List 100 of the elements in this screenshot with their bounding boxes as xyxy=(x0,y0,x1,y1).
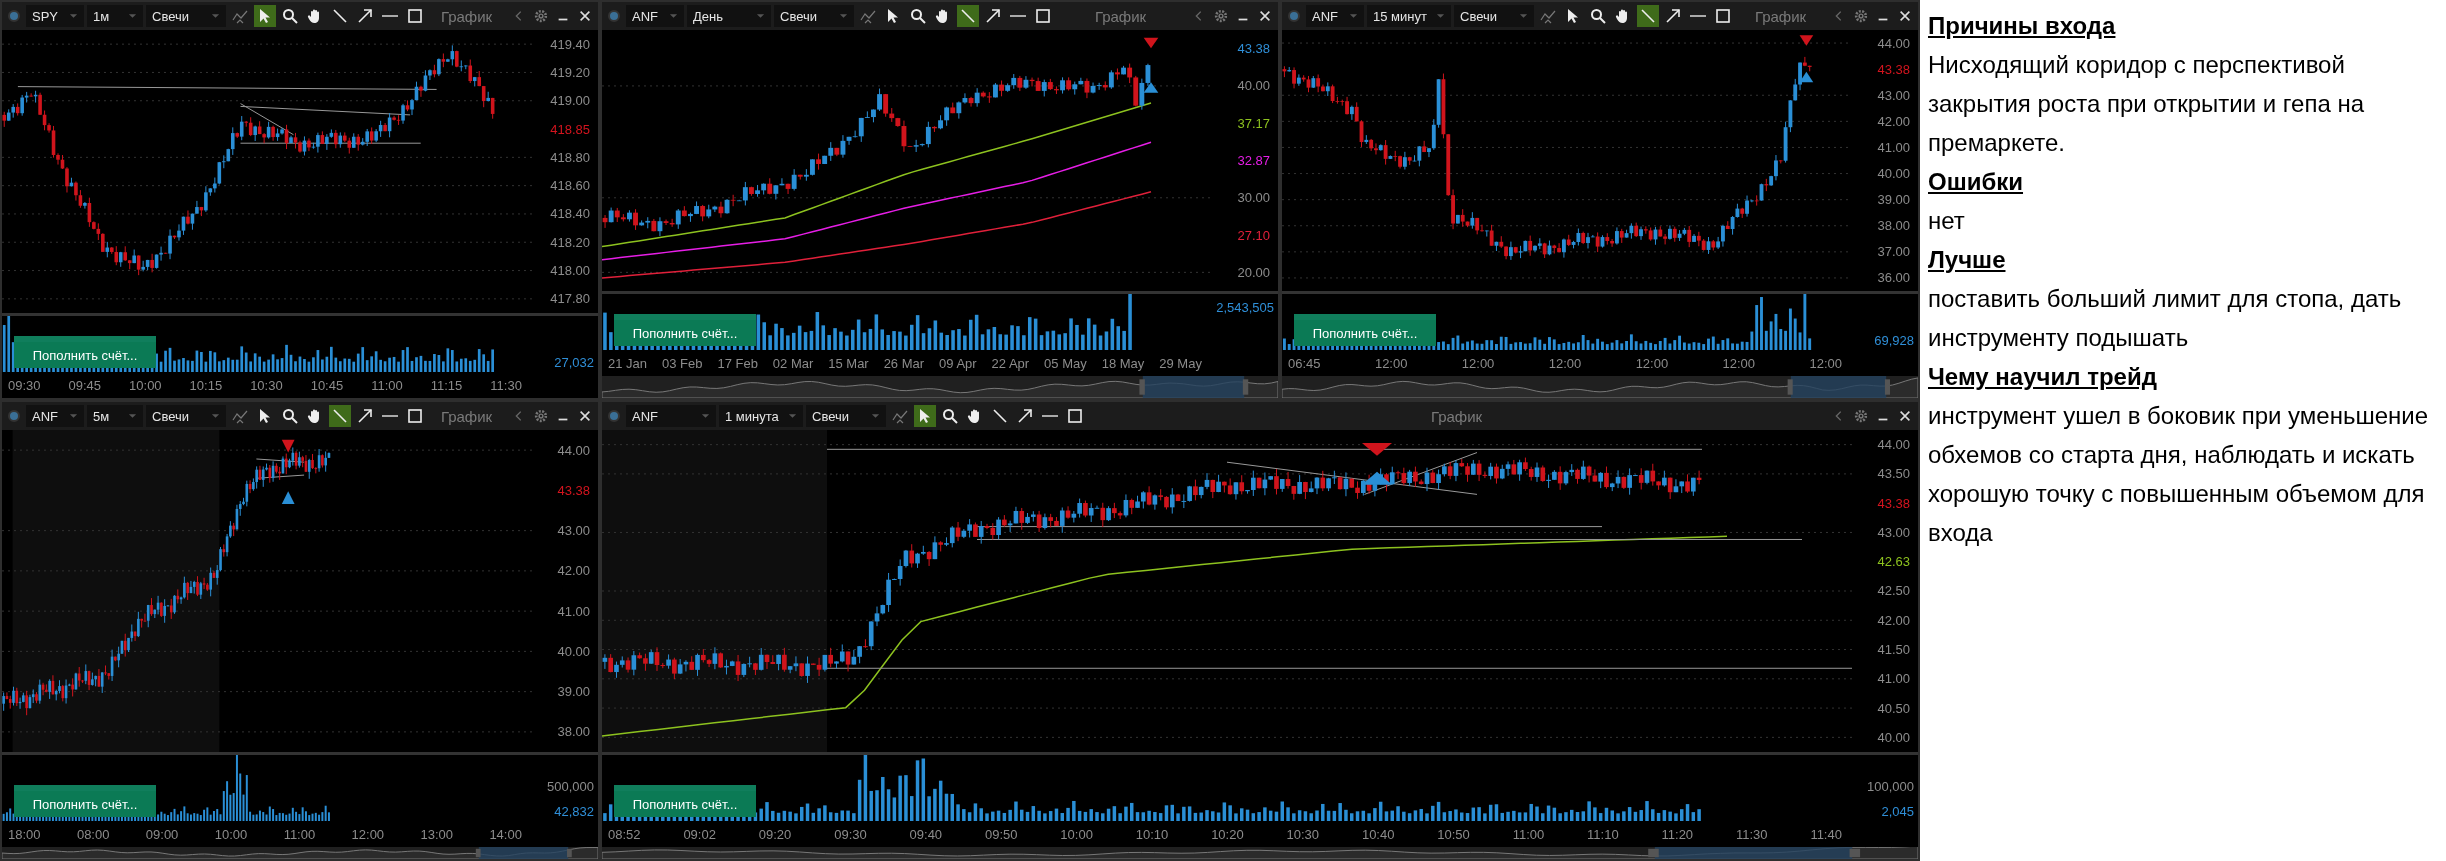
time-axis-label: 10:30 xyxy=(250,377,283,393)
note-text: Нисходящий коридор с перспективой закрытия роста при открытии и гепа на премаркете. xyxy=(1928,50,2365,158)
time-axis-label: 05 May xyxy=(1044,355,1087,371)
price-axis-label: 43.50 xyxy=(1876,465,1911,484)
chart-type-dropdown[interactable]: Свечи xyxy=(1454,5,1534,27)
time-axis-label: 10:45 xyxy=(310,377,344,393)
chart-type-dropdown[interactable]: Свечи xyxy=(146,405,226,427)
price-axis-label: 418.40 xyxy=(549,205,591,224)
timeframe-dropdown[interactable]: 5м xyxy=(87,405,143,427)
symbol-dropdown[interactable]: ANF xyxy=(626,5,684,27)
last-price-label: 43.38 xyxy=(1236,40,1271,59)
time-axis-label: 11:20 xyxy=(1661,826,1694,842)
symbol-dropdown[interactable]: ANF xyxy=(626,405,716,427)
price-axis-label: 418.60 xyxy=(549,177,591,196)
chart-title: График xyxy=(439,7,494,25)
time-axis-label: 09:50 xyxy=(984,826,1018,842)
section-heading: Чему научил трейд xyxy=(1928,362,2158,392)
section-heading: Ошибки xyxy=(1928,167,2024,197)
price-axis-label: 43.00 xyxy=(556,522,591,541)
section-heading: Причины входа xyxy=(1928,11,2117,41)
time-axis-label: 22 Apr xyxy=(991,355,1030,371)
volume-axis-label: 500,000 xyxy=(546,779,595,794)
time-axis-label: 18:00 xyxy=(8,826,41,842)
price-axis-label: 44.00 xyxy=(1876,34,1911,53)
time-axis-label: 29 May xyxy=(1159,355,1202,371)
time-axis-label: 12:00 xyxy=(1635,355,1669,371)
time-axis-label: 11:30 xyxy=(490,377,522,393)
time-axis-label: 06:45 xyxy=(1288,355,1321,371)
timeframe-dropdown[interactable]: 1 минута xyxy=(719,405,803,427)
deposit-button[interactable]: Пополнить счёт... xyxy=(614,785,756,817)
last-price-label: 418.85 xyxy=(549,120,591,139)
last-price-label: 43.38 xyxy=(1876,494,1911,513)
price-axis-label: 418.00 xyxy=(549,262,591,280)
chart-type-dropdown[interactable]: Свечи xyxy=(806,405,886,427)
price-axis-label: 40.00 xyxy=(1236,77,1271,96)
time-axis-label: 12:00 xyxy=(1809,355,1842,371)
deposit-button[interactable]: Пополнить счёт... xyxy=(14,785,156,817)
time-axis-label: 10:00 xyxy=(129,377,162,393)
price-axis-label: 44.00 xyxy=(556,441,591,460)
last-price-label: 43.38 xyxy=(556,481,591,500)
time-axis-label: 09:02 xyxy=(683,826,716,842)
price-axis-label: 44.00 xyxy=(1876,436,1911,455)
note-text: инструмент ушел в боковик при уменьшение обхемов со старта дня, наблюдать и искать хорошую точку с повышенным объемом для входа xyxy=(1928,401,2429,548)
price-axis-label: 37.00 xyxy=(1876,243,1911,262)
price-axis-label: 40.00 xyxy=(1876,165,1911,183)
price-axis-label: 30.00 xyxy=(1236,189,1271,208)
time-axis-label: 11:00 xyxy=(283,826,316,842)
price-axis-label: 419.20 xyxy=(549,63,591,82)
last-volume-label: 2,543,505 xyxy=(1215,300,1275,315)
time-axis-label: 12:00 xyxy=(1722,355,1756,371)
symbol-dropdown[interactable]: SPY xyxy=(26,5,84,27)
time-axis-label: 11:00 xyxy=(1512,826,1545,842)
price-axis-label: 38.00 xyxy=(556,723,591,742)
time-axis-label: 10:50 xyxy=(1437,826,1470,842)
chart-type-dropdown[interactable]: Свечи xyxy=(146,5,226,27)
price-axis-label: 41.50 xyxy=(1876,641,1911,659)
price-axis-label: 43.00 xyxy=(1876,523,1911,542)
time-axis-label: 03 Feb xyxy=(662,355,703,371)
section-heading: Лучше xyxy=(1928,245,2007,275)
time-axis-label: 10:30 xyxy=(1286,826,1320,842)
time-axis-label: 12:00 xyxy=(1374,355,1408,371)
last-volume-label: 2,045 xyxy=(1880,804,1915,819)
time-axis-label: 11:30 xyxy=(1735,826,1768,842)
last-volume-label: 42,832 xyxy=(553,804,595,819)
chart-type-dropdown[interactable]: Свечи xyxy=(774,5,854,27)
moving-average-label: 32.87 xyxy=(1236,152,1271,170)
moving-average-label: 42.63 xyxy=(1876,553,1911,572)
timeframe-dropdown[interactable]: День xyxy=(687,5,771,27)
price-axis-label: 42.00 xyxy=(556,562,591,581)
time-axis-label: 15 Mar xyxy=(828,355,869,371)
time-axis-label: 12:00 xyxy=(1461,355,1495,371)
time-axis-label: 10:20 xyxy=(1211,826,1244,842)
price-axis-label: 43.00 xyxy=(1876,86,1911,105)
symbol-dropdown[interactable]: ANF xyxy=(1306,5,1364,27)
time-axis-label: 17 Feb xyxy=(717,355,758,371)
timeframe-dropdown[interactable]: 15 минут xyxy=(1367,5,1451,27)
deposit-button[interactable]: Пополнить счёт... xyxy=(14,336,156,368)
time-axis-label: 11:10 xyxy=(1587,826,1619,842)
time-axis-label: 12:00 xyxy=(1548,355,1582,371)
timeframe-dropdown[interactable]: 1м xyxy=(87,5,143,27)
price-axis-label: 42.00 xyxy=(1876,112,1911,131)
price-axis-label: 41.00 xyxy=(1876,138,1911,157)
time-axis-label: 09 Apr xyxy=(939,355,977,371)
time-axis-label: 11:00 xyxy=(371,377,403,393)
price-axis-label: 418.80 xyxy=(549,148,591,167)
price-axis-label: 39.00 xyxy=(556,683,591,702)
time-axis-label: 11:15 xyxy=(430,377,463,393)
time-axis-label: 10:00 xyxy=(1060,826,1093,842)
time-axis-label: 18 May xyxy=(1101,355,1145,371)
last-volume-label: 69,928 xyxy=(1873,333,1915,348)
last-volume-label: 27,032 xyxy=(553,355,595,370)
note-text: поставить больший лимит для стопа, дать инструменту подышать xyxy=(1928,284,2403,353)
price-axis-label: 39.00 xyxy=(1876,191,1911,210)
price-axis-label: 38.00 xyxy=(1876,217,1911,236)
symbol-dropdown[interactable]: ANF xyxy=(26,405,84,427)
price-axis-label: 40.00 xyxy=(556,642,591,661)
price-axis-label: 40.00 xyxy=(1876,728,1911,747)
time-axis-label: 08:52 xyxy=(608,826,641,842)
time-axis-label: 21 Jan xyxy=(608,355,648,371)
price-axis-label: 42.00 xyxy=(1876,611,1911,630)
